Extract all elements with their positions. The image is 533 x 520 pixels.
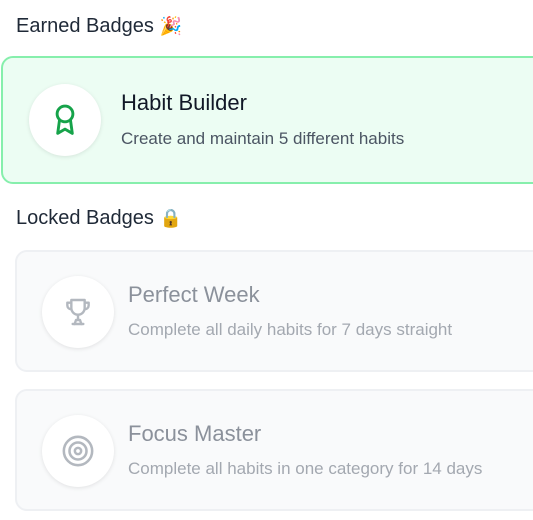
lock-icon: 🔒 (159, 208, 183, 229)
badge-title: Focus Master (128, 421, 262, 446)
badge-description: Complete all daily habits for 7 days str… (128, 320, 453, 339)
badge-icon-container (42, 276, 114, 348)
locked-badges-heading: Locked Badges 🔒 (16, 207, 182, 230)
earned-badges-heading-text: Earned Badges (16, 15, 154, 37)
locked-badges-heading-text: Locked Badges (16, 207, 154, 229)
badge-card-focus-master[interactable]: Focus Master Complete all habits in one … (15, 389, 533, 511)
badge-card-habit-builder[interactable]: Habit Builder Create and maintain 5 diff… (1, 56, 533, 184)
badge-description: Create and maintain 5 different habits (121, 129, 405, 148)
party-popper-icon: 🎉 (159, 16, 183, 37)
badge-description: Complete all habits in one category for … (128, 459, 483, 478)
badge-card-perfect-week[interactable]: Perfect Week Complete all daily habits f… (15, 250, 533, 372)
target-icon (62, 435, 94, 467)
award-ribbon-icon (55, 104, 75, 135)
badge-icon-container (42, 415, 114, 487)
badge-icon-container (29, 84, 101, 156)
trophy-icon (66, 298, 90, 326)
badge-title: Perfect Week (128, 282, 260, 307)
earned-badges-heading: Earned Badges 🎉 (16, 15, 182, 38)
badge-title: Habit Builder (121, 90, 247, 115)
